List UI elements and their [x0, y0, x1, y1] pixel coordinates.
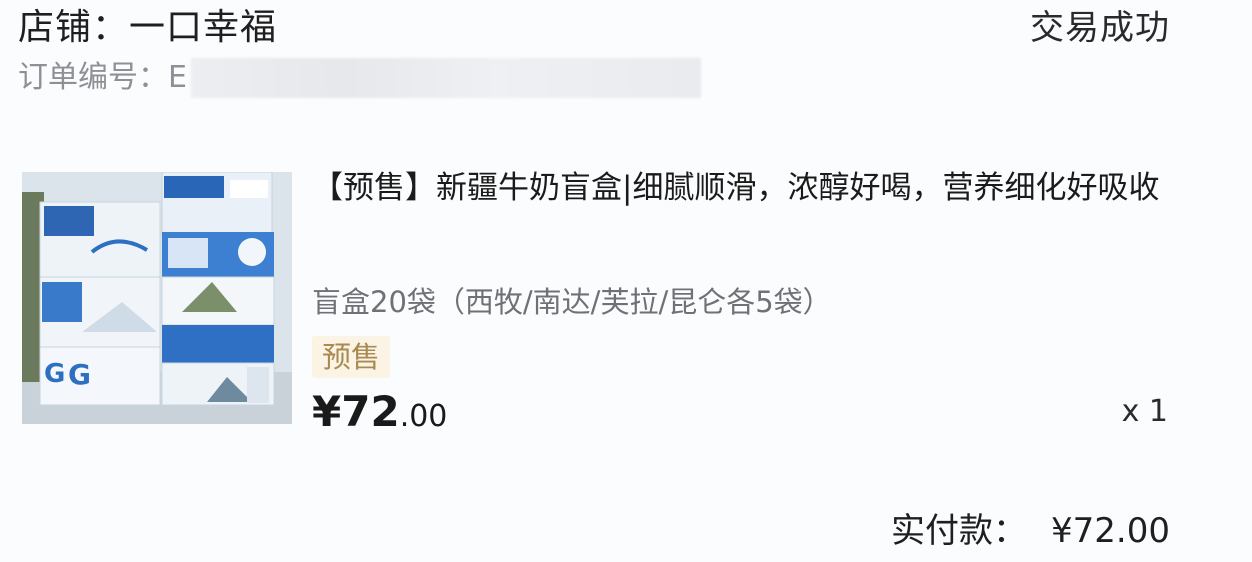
product-price: ¥ 72 .00	[312, 384, 447, 445]
order-status: 交易成功	[1030, 8, 1170, 48]
presale-badge: 预售	[312, 336, 391, 378]
shop-name[interactable]: 店铺：一口幸福	[18, 4, 277, 52]
total-row: 实付款： ¥72.00	[891, 506, 1170, 556]
price-decimal: .00	[399, 399, 448, 434]
order-number-redaction	[190, 58, 701, 98]
price-integer: 72	[341, 387, 400, 436]
milk-boxes-illustration: G G	[22, 172, 292, 424]
svg-text:G: G	[68, 358, 91, 391]
product-spec: 盲盒20袋（西牧/南达/芙拉/昆仑各5袋）	[312, 285, 832, 319]
product-image[interactable]: G G	[22, 172, 292, 424]
order-number-label: 订单编号：	[18, 60, 168, 95]
product-quantity: x 1	[1121, 394, 1168, 429]
total-amount: ¥72.00	[1051, 511, 1170, 551]
product-title[interactable]: 【预售】新疆牛奶盲盒|细腻顺滑，浓醇好喝，营养细化好吸收	[312, 160, 1162, 216]
order-number: 订单编号： E	[18, 56, 701, 100]
svg-text:G: G	[44, 359, 65, 389]
order-card[interactable]: 店铺：一口幸福 交易成功 订单编号： E G G 【预售】新疆牛奶盲盒|细腻顺滑…	[0, 0, 1252, 562]
order-number-value: E	[168, 60, 187, 95]
price-currency-symbol: ¥	[312, 387, 342, 436]
total-label: 实付款：	[891, 511, 1028, 551]
